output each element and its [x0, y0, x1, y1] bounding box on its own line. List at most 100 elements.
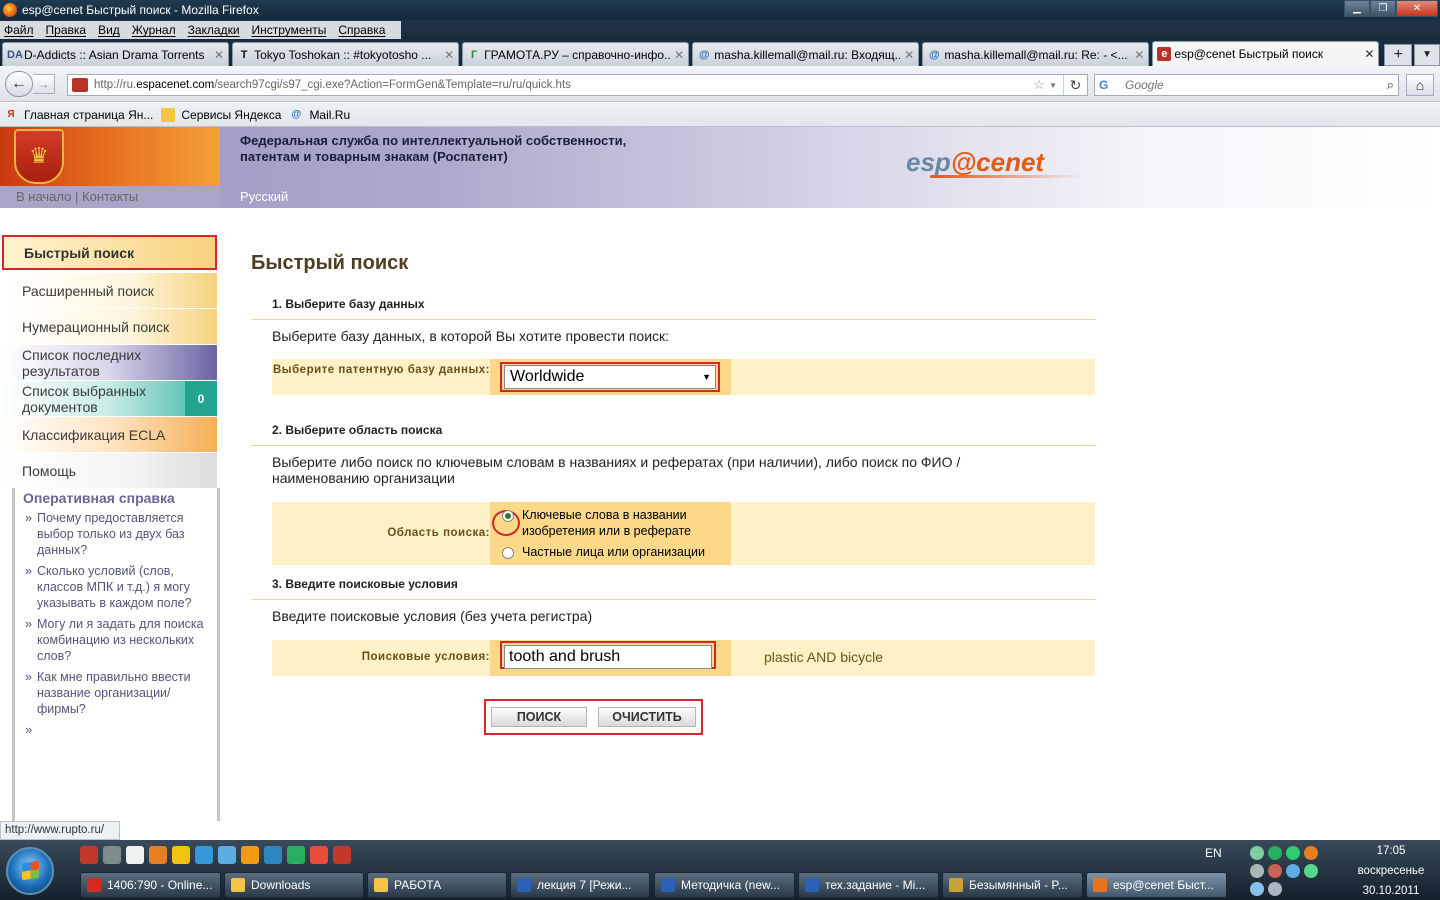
maximize-button[interactable]: ❐ — [1370, 0, 1396, 17]
terms-row: Поисковые условия: plastic AND bicycle — [272, 640, 1095, 676]
url-bar[interactable]: http://ru.espacenet.com/search97cgi/s97_… — [67, 74, 1088, 96]
ie-icon[interactable] — [195, 846, 213, 864]
scope-option-persons[interactable]: Частные лица или организации — [502, 544, 705, 560]
quicklaunch-app-icon[interactable] — [80, 846, 98, 864]
url-text[interactable]: http://ru.espacenet.com/search97cgi/s97_… — [94, 79, 1033, 91]
list-tabs-button[interactable]: ▼ — [1414, 44, 1440, 66]
url-history-dropdown-icon[interactable]: ▼ — [1049, 81, 1057, 90]
home-link[interactable]: В начало — [16, 189, 71, 204]
taskbar-item-metodichka[interactable]: Методичка (new... — [654, 872, 795, 898]
search-icon[interactable]: ⌕ — [1387, 77, 1394, 93]
tab-espacenet[interactable]: e esp@cenet Быстрый поиск ✕ — [1152, 41, 1380, 66]
menu-bookmarks[interactable]: Закладки — [188, 23, 240, 37]
menu-tools[interactable]: Инструменты — [252, 23, 327, 37]
tray-icon[interactable] — [1250, 846, 1264, 860]
sidebar-item-quick-search[interactable]: Быстрый поиск — [2, 235, 217, 270]
taskbar-item-paint[interactable]: Безымянный - P... — [942, 872, 1083, 898]
tray-icon[interactable] — [1304, 846, 1318, 860]
tab-close-icon[interactable]: ✕ — [444, 48, 454, 62]
radio-persons[interactable] — [502, 547, 514, 559]
forward-button[interactable]: → — [33, 74, 55, 94]
tab-close-icon[interactable]: ✕ — [214, 48, 224, 62]
icq-icon[interactable] — [287, 846, 305, 864]
firefox-icon[interactable] — [149, 846, 167, 864]
sidebar-item-ecla[interactable]: Классификация ECLA — [2, 417, 217, 452]
tab-tokyo-toshokan[interactable]: T Tokyo Toshokan :: #tokyotosho ... ✕ — [232, 42, 460, 66]
tray-icon[interactable] — [1268, 846, 1282, 860]
bookmark-yandex[interactable]: Я Главная страница Ян... — [4, 108, 153, 122]
bookmark-mailru[interactable]: @ Mail.Ru — [289, 108, 351, 122]
menu-help[interactable]: Справка — [338, 23, 385, 37]
search-button[interactable]: ПОИСК — [491, 707, 587, 727]
sidebar-item-number-search[interactable]: Нумерационный поиск — [2, 309, 217, 344]
sidebar-item-help[interactable]: Помощь — [2, 453, 217, 488]
taskbar-item-tech-spec[interactable]: тех.задание - Mi... — [798, 872, 939, 898]
reload-icon[interactable]: ↻ — [1063, 75, 1087, 95]
opera-icon[interactable] — [310, 846, 328, 864]
quicklaunch-app-icon[interactable] — [172, 846, 190, 864]
taskbar-item-firefox[interactable]: esp@cenet Быст... — [1086, 872, 1227, 898]
tray-icon[interactable] — [1286, 846, 1300, 860]
quicklaunch-app-icon[interactable] — [218, 846, 236, 864]
help-link[interactable]: Почему предоставляется выбор только из д… — [23, 510, 217, 558]
contacts-link[interactable]: Контакты — [82, 189, 138, 204]
home-icon[interactable]: ⌂ — [1406, 74, 1434, 96]
tab-close-icon[interactable]: ✕ — [674, 48, 684, 62]
sidebar-item-recent-results[interactable]: Список последних результатов — [2, 345, 217, 380]
sidebar-item-advanced-search[interactable]: Расширенный поиск — [2, 273, 217, 308]
menu-file[interactable]: Файл — [4, 23, 34, 37]
volume-icon[interactable] — [1268, 882, 1282, 896]
quicklaunch-app-icon[interactable] — [103, 846, 121, 864]
tab-close-icon[interactable]: ✕ — [1134, 48, 1144, 62]
language-link[interactable]: Русский — [240, 189, 288, 204]
help-link[interactable]: Сколько условий (слов, классов МПК и т.д… — [23, 563, 217, 611]
start-button[interactable] — [6, 847, 54, 895]
tab-d-addicts[interactable]: DA D-Addicts :: Asian Drama Torrents ✕ — [2, 42, 230, 66]
close-window-button[interactable]: ✕ — [1396, 0, 1438, 17]
tray-icon[interactable] — [1268, 864, 1282, 878]
search-input[interactable] — [1125, 78, 1387, 92]
tab-mail-inbox[interactable]: @ masha.killemall@mail.ru: Входящ... ✕ — [692, 42, 920, 66]
tab-mail-re[interactable]: @ masha.killemall@mail.ru: Re: - <... ✕ — [922, 42, 1150, 66]
scope-option-keywords[interactable]: Ключевые слова в названии изобретения ил… — [502, 507, 722, 539]
section-scope-title: 2. Выберите область поиска — [272, 423, 443, 437]
new-tab-button[interactable]: + — [1384, 44, 1413, 66]
back-button[interactable]: ← — [5, 71, 33, 97]
system-clock[interactable]: 17:05 воскресенье 30.10.2011 — [1345, 841, 1437, 900]
quicklaunch-app-icon[interactable] — [264, 846, 282, 864]
t-icon: T — [240, 48, 248, 61]
tray-icon[interactable] — [1250, 864, 1264, 878]
bookmark-star-icon[interactable]: ☆ — [1033, 77, 1045, 93]
help-link[interactable]: Могу ли я задать для поиска комбинацию и… — [23, 616, 217, 664]
minimize-button[interactable]: ▁ — [1344, 0, 1370, 17]
tab-close-icon[interactable]: ✕ — [1364, 47, 1374, 61]
network-icon[interactable] — [1250, 882, 1264, 896]
tray-icon[interactable] — [1304, 864, 1318, 878]
help-link[interactable]: Как мне правильно ввести название органи… — [23, 669, 217, 717]
espacenet-icon: e — [1157, 47, 1172, 61]
tray-icon[interactable] — [1286, 864, 1300, 878]
search-terms-input[interactable] — [504, 645, 712, 669]
menu-history[interactable]: Журнал — [132, 23, 176, 37]
taskbar-item-rabota[interactable]: РАБОТА — [367, 872, 507, 898]
quicklaunch-app-icon[interactable] — [333, 846, 351, 864]
clear-button[interactable]: ОЧИСТИТЬ — [598, 707, 696, 727]
menu-edit[interactable]: Правка — [46, 23, 87, 37]
search-bar[interactable]: G ⌕ — [1094, 74, 1399, 96]
google-icon[interactable]: G — [1099, 78, 1117, 92]
help-more-link[interactable]: » — [23, 722, 217, 737]
media-player-icon[interactable] — [241, 846, 259, 864]
menu-view[interactable]: Вид — [98, 23, 120, 37]
sidebar-item-selected-documents[interactable]: Список выбранных документов 0 — [2, 381, 217, 416]
tab-gramota[interactable]: Г ГРАМОТА.РУ – справочно-инфо... ✕ — [462, 42, 690, 66]
taskbar-item-downloads[interactable]: Downloads — [224, 872, 364, 898]
radio-keywords[interactable] — [502, 510, 514, 522]
taskbar-item-online[interactable]: 1406:790 - Online... — [80, 872, 221, 898]
tab-close-icon[interactable]: ✕ — [904, 48, 914, 62]
quicklaunch-app-icon[interactable] — [126, 846, 144, 864]
database-select[interactable]: Worldwide ▼ — [504, 365, 716, 389]
bookmark-yandex-services[interactable]: Сервисы Яндекса — [161, 107, 281, 122]
taskbar-item-lecture[interactable]: лекция 7 [Режи... — [510, 872, 650, 898]
scope-label: Область поиска: — [387, 527, 490, 539]
language-indicator[interactable]: EN — [1205, 846, 1222, 860]
